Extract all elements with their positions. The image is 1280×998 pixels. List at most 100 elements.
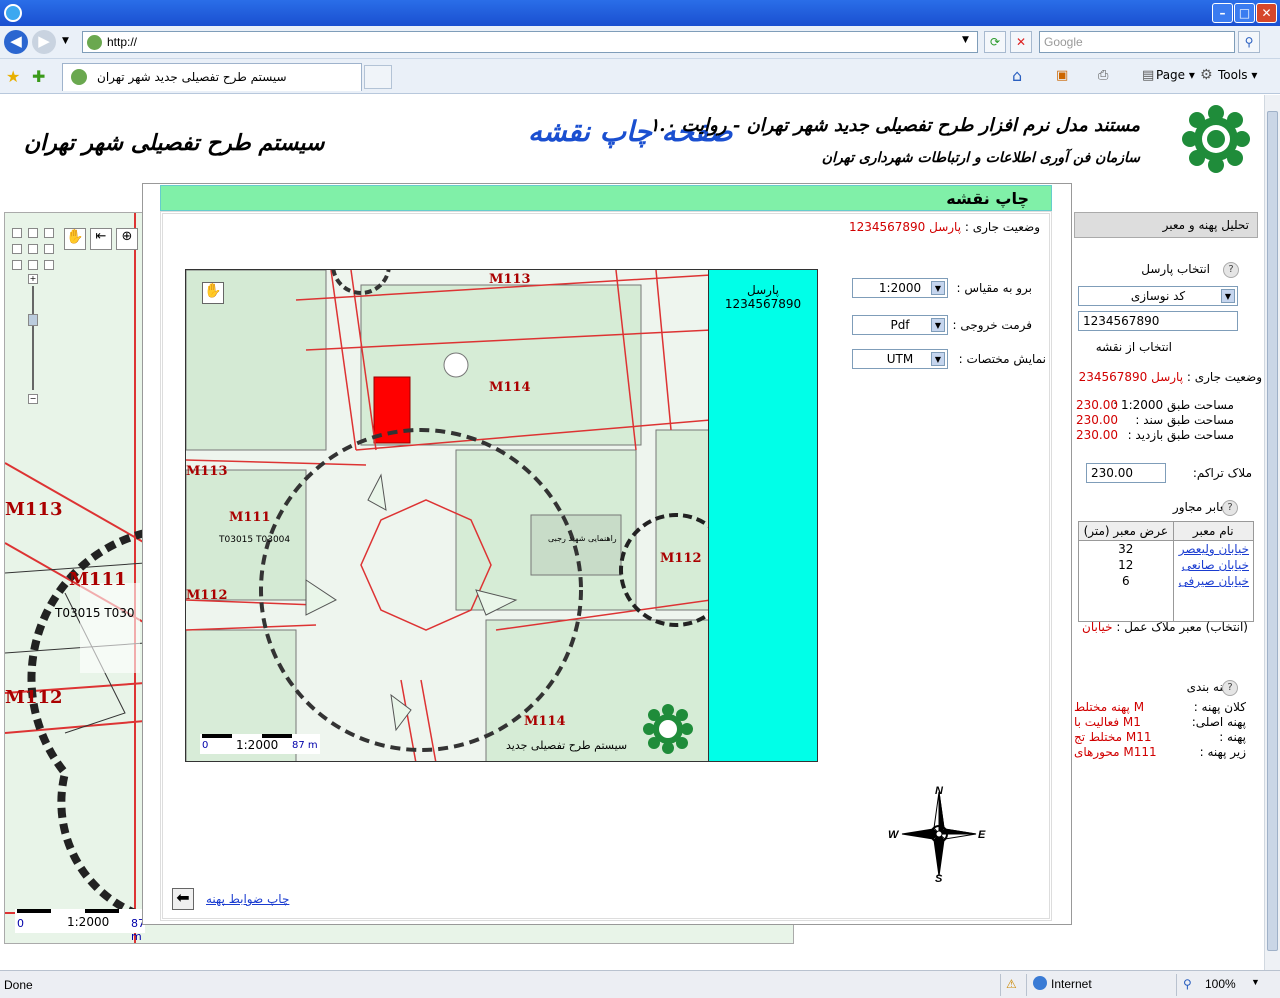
select-parcel-label: انتخاب پارسل xyxy=(1141,262,1210,276)
print-map-label: M112 xyxy=(186,588,228,603)
code-input[interactable]: 1234567890 xyxy=(1078,311,1238,331)
chevron-down-icon: ▼ xyxy=(931,352,945,366)
zoom-in-tool-icon[interactable]: ⊕ xyxy=(116,228,138,250)
scale-select[interactable]: 1:2000 ▼ xyxy=(852,278,948,298)
zoom-cell[interactable]: ⚲ 100% ▼ xyxy=(1176,974,1266,996)
map-label-m111: M111 xyxy=(69,569,127,590)
area-row: مساحت طبق بازدید : 230.00 xyxy=(1076,428,1234,442)
streets-table: نام معبر عرض معبر (متر) خیابان ولیعصر 32… xyxy=(1078,521,1255,622)
vertical-scrollbar[interactable] xyxy=(1264,95,1280,970)
north-arrow-icon: N S W E xyxy=(888,785,986,884)
svg-text:W: W xyxy=(888,829,900,841)
feeds-icon[interactable]: ▣ xyxy=(1056,68,1068,83)
status-bar: Done ⚠ Internet ⚲ 100% ▼ xyxy=(0,970,1280,998)
print-scalebar: 0 1:2000 87 m xyxy=(200,734,320,754)
print-map-label: M112 xyxy=(660,551,702,566)
search-icon[interactable]: ⚲ xyxy=(1238,31,1260,53)
tab-active[interactable]: سیستم طرح تفصیلی جدید شهر تهران xyxy=(62,63,362,91)
full-extent-icon[interactable]: ⇤ xyxy=(90,228,112,250)
scrollbar-thumb[interactable] xyxy=(1267,111,1278,951)
street-link[interactable]: خیابان ولیعصر xyxy=(1179,542,1249,556)
stop-icon[interactable]: ✕ xyxy=(1010,31,1032,53)
area-row: مساحت طبق 1:2000 : 230.00 xyxy=(1076,398,1234,412)
print-zone-rules-link[interactable]: چاپ ضوابط پهنه xyxy=(206,892,289,906)
svg-text:E: E xyxy=(978,829,986,841)
tools-menu[interactable]: Tools ▾ xyxy=(1218,68,1257,82)
back-icon[interactable]: ◀ xyxy=(4,30,28,54)
close-button[interactable]: ✕ xyxy=(1256,3,1277,23)
main-scalebar: 0 1:2000 87 m xyxy=(15,909,145,943)
print-map-label: M113 xyxy=(489,272,531,287)
zoning-row: زیر پهنه : M111 محورهای xyxy=(1074,745,1246,759)
print-map[interactable]: ✋ M113 M114 M113 M111 T03015 T03004 M112… xyxy=(185,269,710,762)
pan-pad[interactable] xyxy=(12,228,54,270)
table-header: عرض معبر (متر) xyxy=(1078,521,1174,541)
forward-icon[interactable]: ▶ xyxy=(32,30,56,54)
select-from-map-button[interactable]: انتخاب از نقشه xyxy=(1096,340,1172,354)
panel-status: وضعیت جاری : پارسل 1234567890 xyxy=(1078,370,1262,384)
map-label-m113: M113 xyxy=(5,499,63,520)
svg-text:S: S xyxy=(935,873,943,884)
tab-favicon xyxy=(71,69,87,85)
title-bar: – □ ✕ xyxy=(0,0,1280,26)
table-row[interactable]: خیابان ولیعصر 32 xyxy=(1078,540,1255,557)
density-input[interactable]: 230.00 xyxy=(1086,463,1166,483)
print-icon[interactable]: ⎙ xyxy=(1098,68,1108,83)
address-input[interactable]: http:// xyxy=(82,31,978,53)
maximize-button[interactable]: □ xyxy=(1234,3,1255,23)
add-favorites-icon[interactable]: ✚ xyxy=(32,67,45,86)
svg-text:N: N xyxy=(935,785,944,797)
selected-street[interactable]: (انتخاب) معبر ملاک عمل : خیابان xyxy=(1076,620,1248,634)
warning-icon[interactable]: ⚠ xyxy=(1006,977,1017,991)
zoning-row: پهنه : M11 مختلط تج xyxy=(1074,730,1246,744)
table-row[interactable]: خیابان صانعی 12 xyxy=(1078,557,1255,573)
panel-title: تحلیل پهنه و معبر xyxy=(1074,212,1258,238)
minimize-button[interactable]: – xyxy=(1212,3,1233,23)
zone-cell: Internet xyxy=(1026,974,1174,996)
zoning-list: کلان پهنه : M پهنه مختلط پهنه اصلی: M1 ف… xyxy=(1074,700,1246,760)
dialog-status: وضعیت جاری : پارسل 1234567890 xyxy=(848,220,1040,234)
help-icon[interactable]: ? xyxy=(1222,680,1238,696)
search-input[interactable]: Google xyxy=(1039,31,1235,53)
street-link[interactable]: خیابان صانعی xyxy=(1182,558,1249,572)
area-list: مساحت طبق 1:2000 : 230.00 مساحت طبق سند … xyxy=(1074,398,1234,443)
zoom-minus-icon[interactable]: − xyxy=(28,394,38,404)
format-label: فرمت خروجی : xyxy=(952,318,1033,332)
print-map-logo xyxy=(643,704,693,754)
help-icon[interactable]: ? xyxy=(1222,500,1238,516)
coords-label: نمایش مختصات : xyxy=(958,352,1046,366)
area-row: مساحت طبق سند : 230.00 xyxy=(1076,413,1234,427)
page-menu[interactable]: Page ▾ xyxy=(1156,68,1195,82)
help-icon[interactable]: ? xyxy=(1223,262,1239,278)
parcel-info-label: پارسل 1234567890 xyxy=(724,283,802,311)
scale-label: برو به مقیاس : xyxy=(956,281,1032,295)
refresh-icon[interactable]: ⟳ xyxy=(984,31,1006,53)
back-arrow-icon[interactable]: ⬅ xyxy=(172,888,194,910)
dialog-title: چاپ نقشه xyxy=(160,185,1052,211)
print-map-label: راهنمایی شهید رجبی xyxy=(548,534,617,543)
street-link[interactable]: خیابان صیرفی xyxy=(1179,574,1250,588)
page-icon xyxy=(87,35,102,50)
zoom-slider-thumb[interactable] xyxy=(28,314,38,326)
format-select[interactable]: Pdf ▼ xyxy=(852,315,948,335)
table-row[interactable]: خیابان صیرفی 6 xyxy=(1078,573,1255,589)
map-label-m112: M112 xyxy=(5,687,63,708)
print-map-hand-icon[interactable]: ✋ xyxy=(202,282,224,304)
zoom-plus-icon[interactable]: + xyxy=(28,274,38,284)
chevron-down-icon: ▼ xyxy=(931,318,945,332)
map-label-parcels: T03015 T030 xyxy=(55,606,135,620)
ie-icon xyxy=(4,4,22,22)
globe-icon xyxy=(1033,976,1047,990)
pan-hand-icon[interactable]: ✋ xyxy=(64,228,86,250)
coords-select[interactable]: UTM ▼ xyxy=(852,349,948,369)
chevron-down-icon: ▼ xyxy=(931,281,945,295)
code-select[interactable]: کد نوسازی ▼ xyxy=(1078,286,1238,306)
print-map-label: M111 xyxy=(229,510,271,525)
new-tab-button[interactable] xyxy=(364,65,392,89)
history-dropdown-icon[interactable]: ▼ xyxy=(62,36,69,46)
favorites-star-icon[interactable]: ★ xyxy=(6,67,20,86)
address-dropdown-icon[interactable]: ▼ xyxy=(962,35,969,45)
zoom-slider[interactable]: + − xyxy=(28,274,38,404)
home-icon[interactable]: ⌂ xyxy=(1012,66,1022,85)
document-title: مستند مدل نرم افزار طرح تفصیلی جدید شهر … xyxy=(649,115,1140,136)
